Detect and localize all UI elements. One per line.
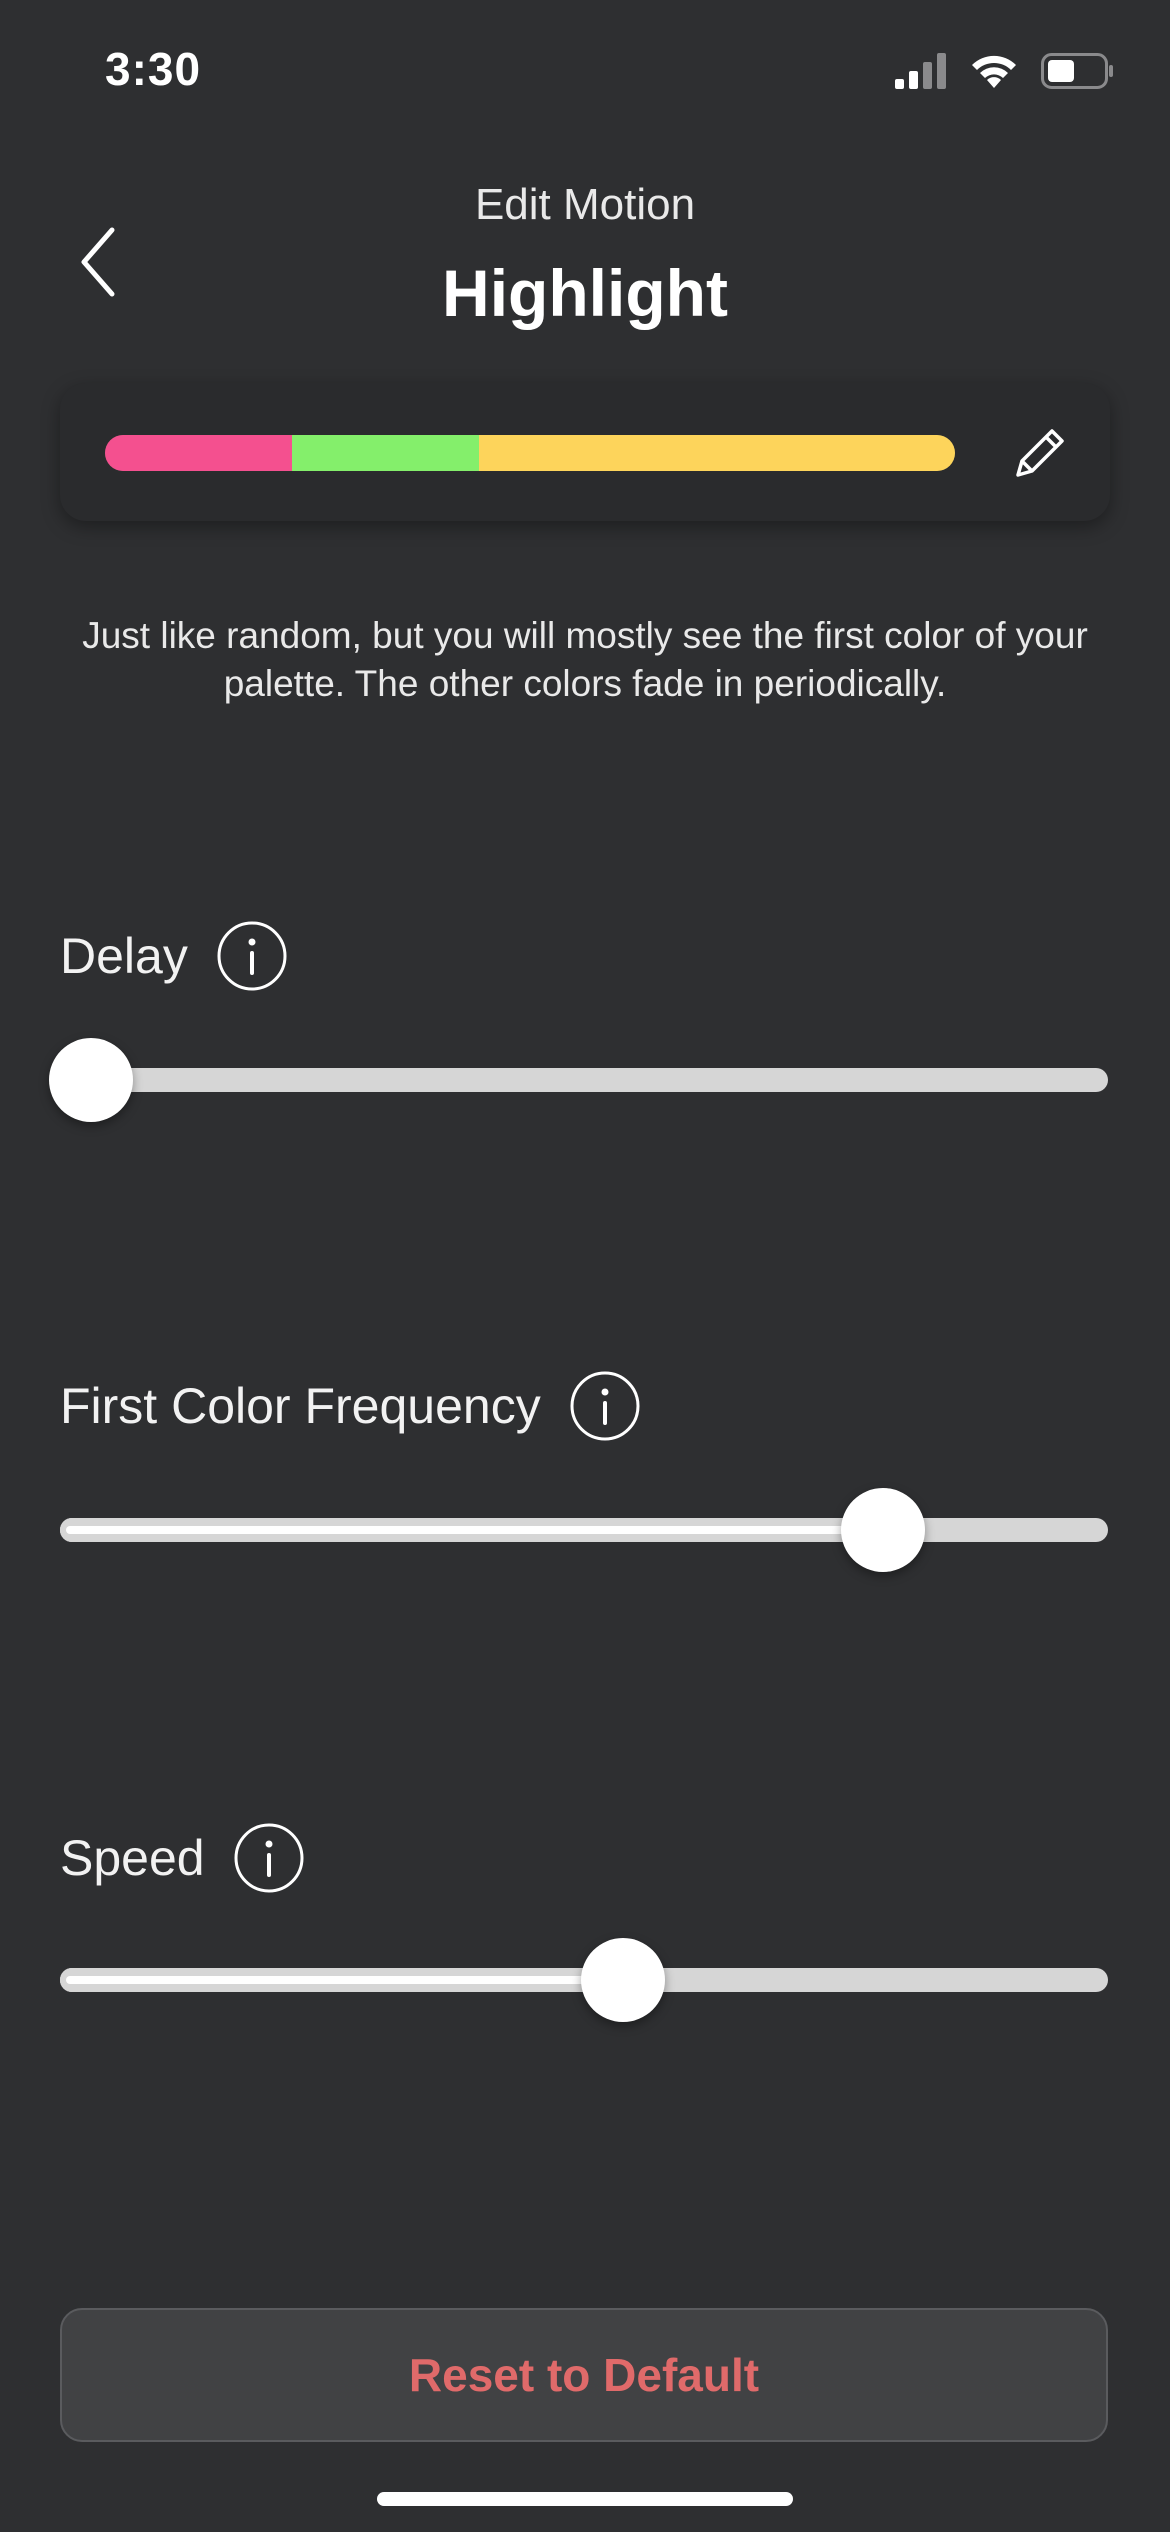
speed-label: Speed [60,1830,205,1886]
speed-slider-fill [60,1968,623,1992]
page-title: Highlight [442,256,728,330]
delay-slider-thumb[interactable] [49,1038,134,1122]
first-color-frequency-slider-thumb[interactable] [840,1488,925,1572]
delay-label: Delay [60,928,188,984]
first-color-frequency-slider[interactable] [60,1488,1108,1572]
status-time: 3:30 [105,43,202,95]
first-color-frequency-label: First Color Frequency [60,1378,541,1434]
palette-segment [105,435,292,471]
speed-slider[interactable] [60,1938,1108,2022]
first-color-frequency-slider-fill [60,1518,883,1542]
palette-preview-bar [105,435,955,471]
palette-card[interactable] [60,383,1110,521]
speed-label-row: Speed [60,1822,305,1894]
pencil-icon[interactable] [1010,423,1070,483]
delay-label-row: Delay [60,920,288,992]
home-indicator[interactable] [377,2492,793,2506]
palette-segment [479,435,955,471]
info-icon[interactable] [216,920,288,992]
motion-description: Just like random, but you will mostly se… [82,615,1088,704]
speed-slider-thumb[interactable] [580,1938,665,2022]
cellular-signal-icon [895,53,946,89]
battery-icon [1041,53,1113,89]
palette-segment [292,435,479,471]
wifi-icon [972,55,1016,88]
reset-to-default-button[interactable]: Reset to Default [60,2308,1108,2442]
status-icons [895,52,1115,90]
first-color-frequency-label-row: First Color Frequency [60,1370,641,1442]
delay-slider[interactable] [49,1038,1108,1122]
info-icon[interactable] [233,1822,305,1894]
header-subtitle: Edit Motion [474,180,696,229]
info-icon[interactable] [569,1370,641,1442]
